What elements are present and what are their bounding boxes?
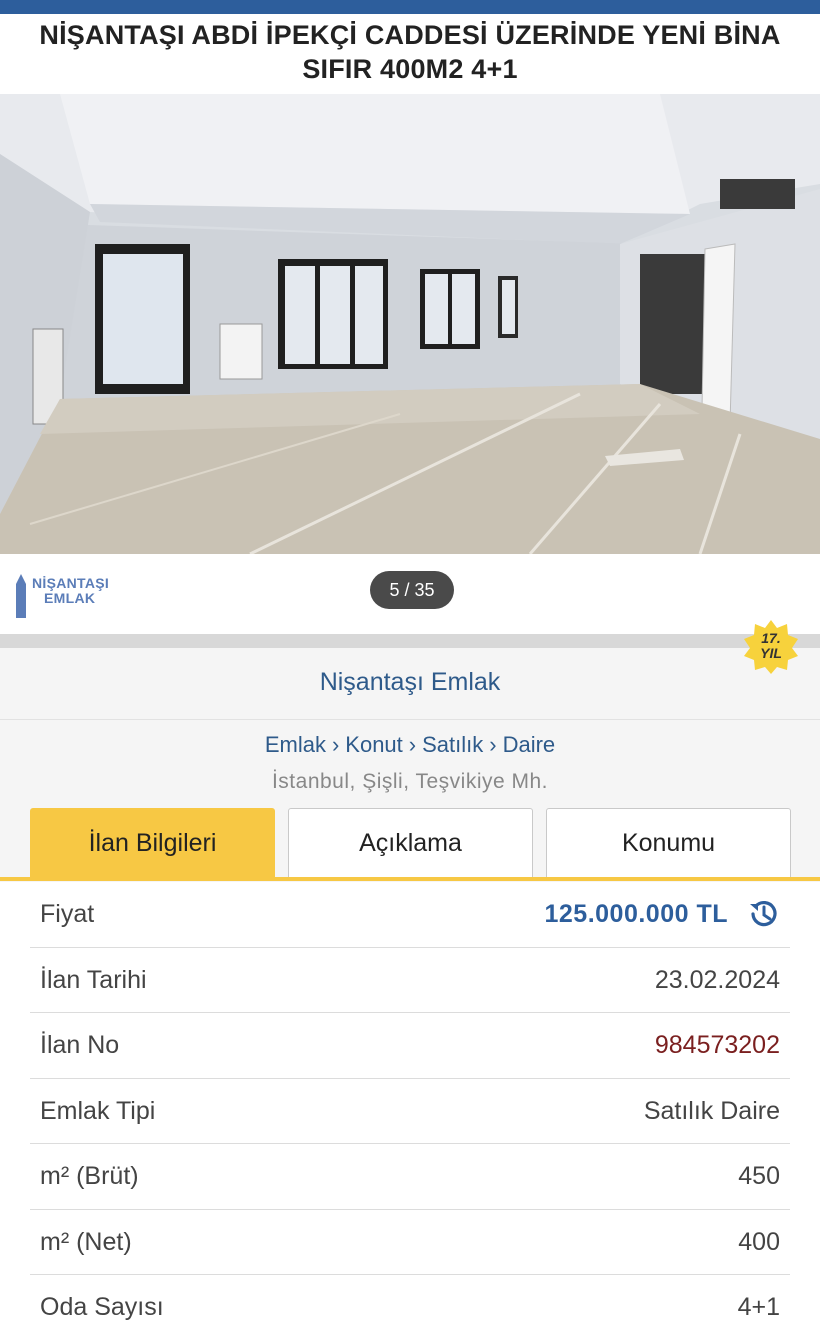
listing-location: İstanbul, Şişli, Teşvikiye Mh. bbox=[271, 770, 549, 793]
photo-counter: 5 / 35 bbox=[370, 571, 454, 609]
detail-label: m² (Net) bbox=[40, 1227, 132, 1256]
detail-label: Fiyat bbox=[40, 900, 95, 928]
breadcrumb-item-daire[interactable]: Daire bbox=[503, 732, 556, 757]
detail-value: 450 bbox=[738, 1162, 780, 1190]
detail-label: İlan No bbox=[40, 1031, 120, 1059]
years-badge: 17. YIL bbox=[742, 618, 800, 676]
breadcrumb-item-emlak[interactable]: Emlak bbox=[265, 732, 326, 757]
price-value: 125.000.000 TL bbox=[544, 900, 728, 928]
detail-label: Oda Sayısı bbox=[40, 1293, 164, 1321]
detail-value: 400 bbox=[738, 1227, 780, 1256]
gallery-bar: NİŞANTAŞI EMLAK 5 / 35 bbox=[0, 554, 820, 634]
tab-bar: İlan Bilgileri Açıklama Konumu bbox=[0, 808, 820, 882]
breadcrumb-item-satilik[interactable]: Satılık bbox=[422, 732, 483, 757]
status-bar bbox=[0, 0, 820, 14]
breadcrumb-separator: › bbox=[331, 732, 340, 757]
tab-ilan-bilgileri[interactable]: İlan Bilgileri bbox=[30, 808, 275, 878]
building-icon bbox=[16, 574, 26, 618]
listing-title: NİŞANTAŞI ABDİ İPEKÇİ CADDESİ ÜZERİNDE Y… bbox=[39, 20, 781, 84]
tab-aciklama[interactable]: Açıklama bbox=[288, 808, 533, 878]
listing-number: 984573202 bbox=[654, 1031, 780, 1059]
logo-text-line2: EMLAK bbox=[44, 590, 96, 606]
breadcrumb-item-konut[interactable]: Konut bbox=[345, 732, 403, 757]
detail-row-gross-area: m² (Brüt) 450 bbox=[30, 1144, 790, 1210]
detail-row-property-type: Emlak Tipi Satılık Daire bbox=[30, 1079, 790, 1144]
store-section: Nişantaşı Emlak 17. YIL bbox=[0, 620, 820, 720]
store-name-link[interactable]: Nişantaşı Emlak bbox=[0, 668, 820, 697]
breadcrumb-separator: › bbox=[408, 732, 417, 757]
tab-underline bbox=[0, 877, 820, 881]
detail-label: m² (Brüt) bbox=[40, 1162, 139, 1190]
category-section: Emlak › Konut › Satılık › Daire İstanbul, Şişl… bbox=[0, 720, 820, 808]
breadcrumb: Emlak › Konut › Satılık › Daire bbox=[0, 732, 820, 758]
badge-label: YIL bbox=[760, 645, 782, 661]
detail-row-date: İlan Tarihi 23.02.2024 bbox=[30, 948, 790, 1013]
detail-label: Emlak Tipi bbox=[40, 1096, 156, 1125]
detail-label: İlan Tarihi bbox=[40, 965, 147, 994]
detail-value: Satılık Daire bbox=[643, 1096, 780, 1125]
section-divider bbox=[0, 634, 820, 648]
listing-photo[interactable] bbox=[0, 94, 820, 554]
agency-logo: NİŞANTAŞI EMLAK bbox=[14, 572, 144, 618]
logo-text-line1: NİŞANTAŞI bbox=[32, 575, 110, 591]
detail-value: 23.02.2024 bbox=[654, 965, 780, 994]
history-icon[interactable] bbox=[746, 896, 782, 932]
detail-row-price: Fiyat 125.000.000 TL bbox=[30, 882, 790, 948]
tab-konumu[interactable]: Konumu bbox=[546, 808, 791, 878]
detail-row-listing-no: İlan No 984573202 bbox=[30, 1013, 790, 1079]
room-photo-illustration bbox=[0, 94, 820, 554]
detail-row-room-count: Oda Sayısı 4+1 bbox=[30, 1275, 790, 1337]
detail-value: 4+1 bbox=[737, 1293, 780, 1321]
breadcrumb-separator: › bbox=[489, 732, 497, 757]
badge-years: 17. bbox=[761, 630, 781, 646]
details-table: Fiyat 125.000.000 TL İlan Tarihi 23.02.2… bbox=[30, 882, 790, 1337]
detail-row-net-area: m² (Net) 400 bbox=[30, 1210, 790, 1275]
